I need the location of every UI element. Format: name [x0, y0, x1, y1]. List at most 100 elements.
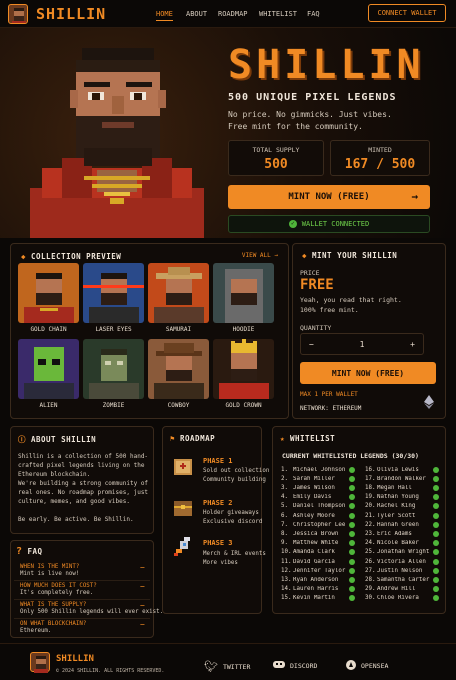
faq-question-4[interactable]: ON WHAT BLOCKCHAIN? [20, 621, 86, 627]
info-icon: ⓘ [18, 435, 26, 444]
whitelist-row: 22. Hannah Green [365, 520, 439, 529]
phase-1-line-1: Sold out collection [203, 468, 270, 474]
nft-label-samurai: SAMURAI [165, 326, 192, 333]
whitelist-index: 21. [365, 512, 376, 519]
whitelist-index: 24. [365, 540, 376, 547]
discord-link[interactable]: DISCORD [273, 660, 317, 671]
about-title: ⓘ ABOUT SHILLIN [18, 434, 96, 445]
quantity-label: QUANTITY [300, 324, 332, 332]
nft-label-zombie: ZOMBIE [102, 402, 125, 409]
faq-question-3[interactable]: WHAT IS THE SUPPLY? [20, 602, 86, 608]
check-icon [433, 567, 439, 574]
whitelist-name: Lauren Harris [293, 586, 339, 593]
whitelist-row: 8. Jessica Brown [281, 529, 355, 538]
faq-question-2[interactable]: HOW MUCH DOES IT COST? [20, 583, 97, 589]
whitelist-name: Nicole Baker [377, 540, 419, 547]
faq-question-1[interactable]: WHEN IS THE MINT? [20, 564, 79, 570]
check-icon [349, 475, 355, 482]
connect-wallet-button[interactable]: CONNECT WALLET [368, 4, 446, 22]
whitelist-index: 20. [365, 503, 376, 510]
nft-card-hoodie[interactable] [213, 263, 274, 323]
whitelist-title-text: WHITELIST [290, 434, 336, 443]
discord-label: DISCORD [290, 661, 318, 670]
twitter-icon: 🐦︎ [204, 660, 218, 673]
phase-2-line-2: Exclusive discord [203, 519, 263, 525]
logo-avatar[interactable] [8, 4, 28, 24]
footer-logo[interactable] [30, 652, 50, 673]
nft-card-laser-eyes[interactable] [83, 263, 144, 323]
hero-section: SHILLIN 500 UNIQUE PIXEL LEGENDS No pric… [0, 28, 456, 238]
treasure-map-icon [172, 456, 194, 478]
nft-card-samurai[interactable] [148, 263, 209, 323]
whitelist-name: Andrew Hill [377, 586, 416, 593]
flag-icon: ⚑ [170, 434, 176, 443]
whitelist-index: 16. [365, 466, 376, 473]
phase-2-line-1: Holder giveaways [203, 510, 259, 516]
phase-3-line-2: More vibes [203, 560, 238, 566]
whitelist-row: 25. Jonathan Wright [365, 548, 439, 557]
opensea-link[interactable]: OPENSEA [346, 660, 388, 672]
check-icon [349, 484, 355, 491]
whitelist-index: 19. [365, 494, 376, 501]
whitelist-name: Ryan Anderson [293, 576, 339, 583]
quantity-minus-button[interactable]: − [309, 340, 314, 349]
price-value: FREE [300, 277, 334, 293]
roadmap-title-text: ROADMAP [180, 434, 216, 443]
nft-card-zombie[interactable] [83, 339, 144, 399]
supply-label: TOTAL SUPPLY [252, 146, 300, 154]
whitelist-index: 15. [281, 595, 292, 602]
about-paragraph-3: Be early. Be active. Be Shillin. [18, 516, 134, 523]
whitelist-row: 10. Amanda Clark [281, 548, 355, 557]
whitelist-name: Ashley Moore [293, 512, 335, 519]
nav-faq[interactable]: FAQ [307, 10, 320, 18]
check-icon [349, 595, 355, 602]
nav-home[interactable]: HOME [156, 10, 173, 21]
whitelist-row: 21. Tyler Scott [365, 511, 439, 520]
whitelist-row: 2. Sarah Miller [281, 474, 355, 483]
view-all-link[interactable]: VIEW ALL → [242, 252, 278, 259]
check-icon [433, 475, 439, 482]
whitelist-row: 27. Justin Nelson [365, 566, 439, 575]
price-note-2: 100% free mint. [300, 306, 359, 314]
whitelist-index: 29. [365, 586, 376, 593]
check-icon [349, 540, 355, 547]
nav-roadmap[interactable]: ROADMAP [218, 10, 248, 18]
nft-card-gold-crown[interactable] [213, 339, 274, 399]
whitelist-row: 20. Rachel King [365, 502, 439, 511]
nav-whitelist[interactable]: WHITELIST [259, 10, 297, 18]
ethereum-icon [424, 394, 434, 413]
faq-toggle-3-icon[interactable]: − [140, 601, 145, 610]
whitelist-name: Kevin Martin [293, 595, 335, 602]
faq-toggle-4-icon[interactable]: − [140, 620, 145, 629]
whitelist-name: Hannah Green [377, 521, 419, 528]
hero-subtitle: 500 UNIQUE PIXEL LEGENDS [228, 92, 397, 103]
brand-name[interactable]: SHILLIN [36, 5, 106, 23]
nft-card-alien[interactable] [18, 339, 79, 399]
faq-toggle-1-icon[interactable]: − [140, 563, 145, 572]
hero-title: SHILLIN [228, 42, 425, 88]
collection-title-text: COLLECTION PREVIEW [31, 252, 122, 261]
hero-mint-button[interactable]: MINT NOW (FREE) → [228, 185, 430, 209]
twitter-link[interactable]: 🐦︎ TWITTER [204, 660, 250, 673]
whitelist-row: 23. Eric Adams [365, 529, 439, 538]
panel-mint-button[interactable]: MINT NOW (FREE) [300, 362, 436, 384]
whitelist-row: 19. Nathan Young [365, 493, 439, 502]
quantity-plus-button[interactable]: + [410, 340, 415, 349]
nav-about[interactable]: ABOUT [186, 10, 207, 18]
whitelist-index: 12. [281, 567, 292, 574]
nft-card-cowboy[interactable] [148, 339, 209, 399]
price-label: PRICE [300, 269, 320, 277]
check-icon [433, 512, 439, 519]
check-icon [433, 521, 439, 528]
whitelist-name: Nathan Young [377, 494, 419, 501]
nft-label-alien: ALIEN [39, 402, 58, 409]
nft-label-gold-chain: GOLD CHAIN [30, 326, 67, 333]
phase-1-title: PHASE 1 [203, 457, 233, 465]
site-footer: SHILLIN © 2024 SHILLIN. ALL RIGHTS RESER… [0, 643, 456, 680]
faq-toggle-2-icon[interactable]: − [140, 582, 145, 591]
whitelist-name: Justin Nelson [377, 567, 423, 574]
nft-card-gold-chain[interactable] [18, 263, 79, 323]
check-icon [433, 503, 439, 510]
whitelist-row: 9. Matthew White [281, 539, 355, 548]
whitelist-row: 28. Samantha Carter [365, 575, 439, 584]
